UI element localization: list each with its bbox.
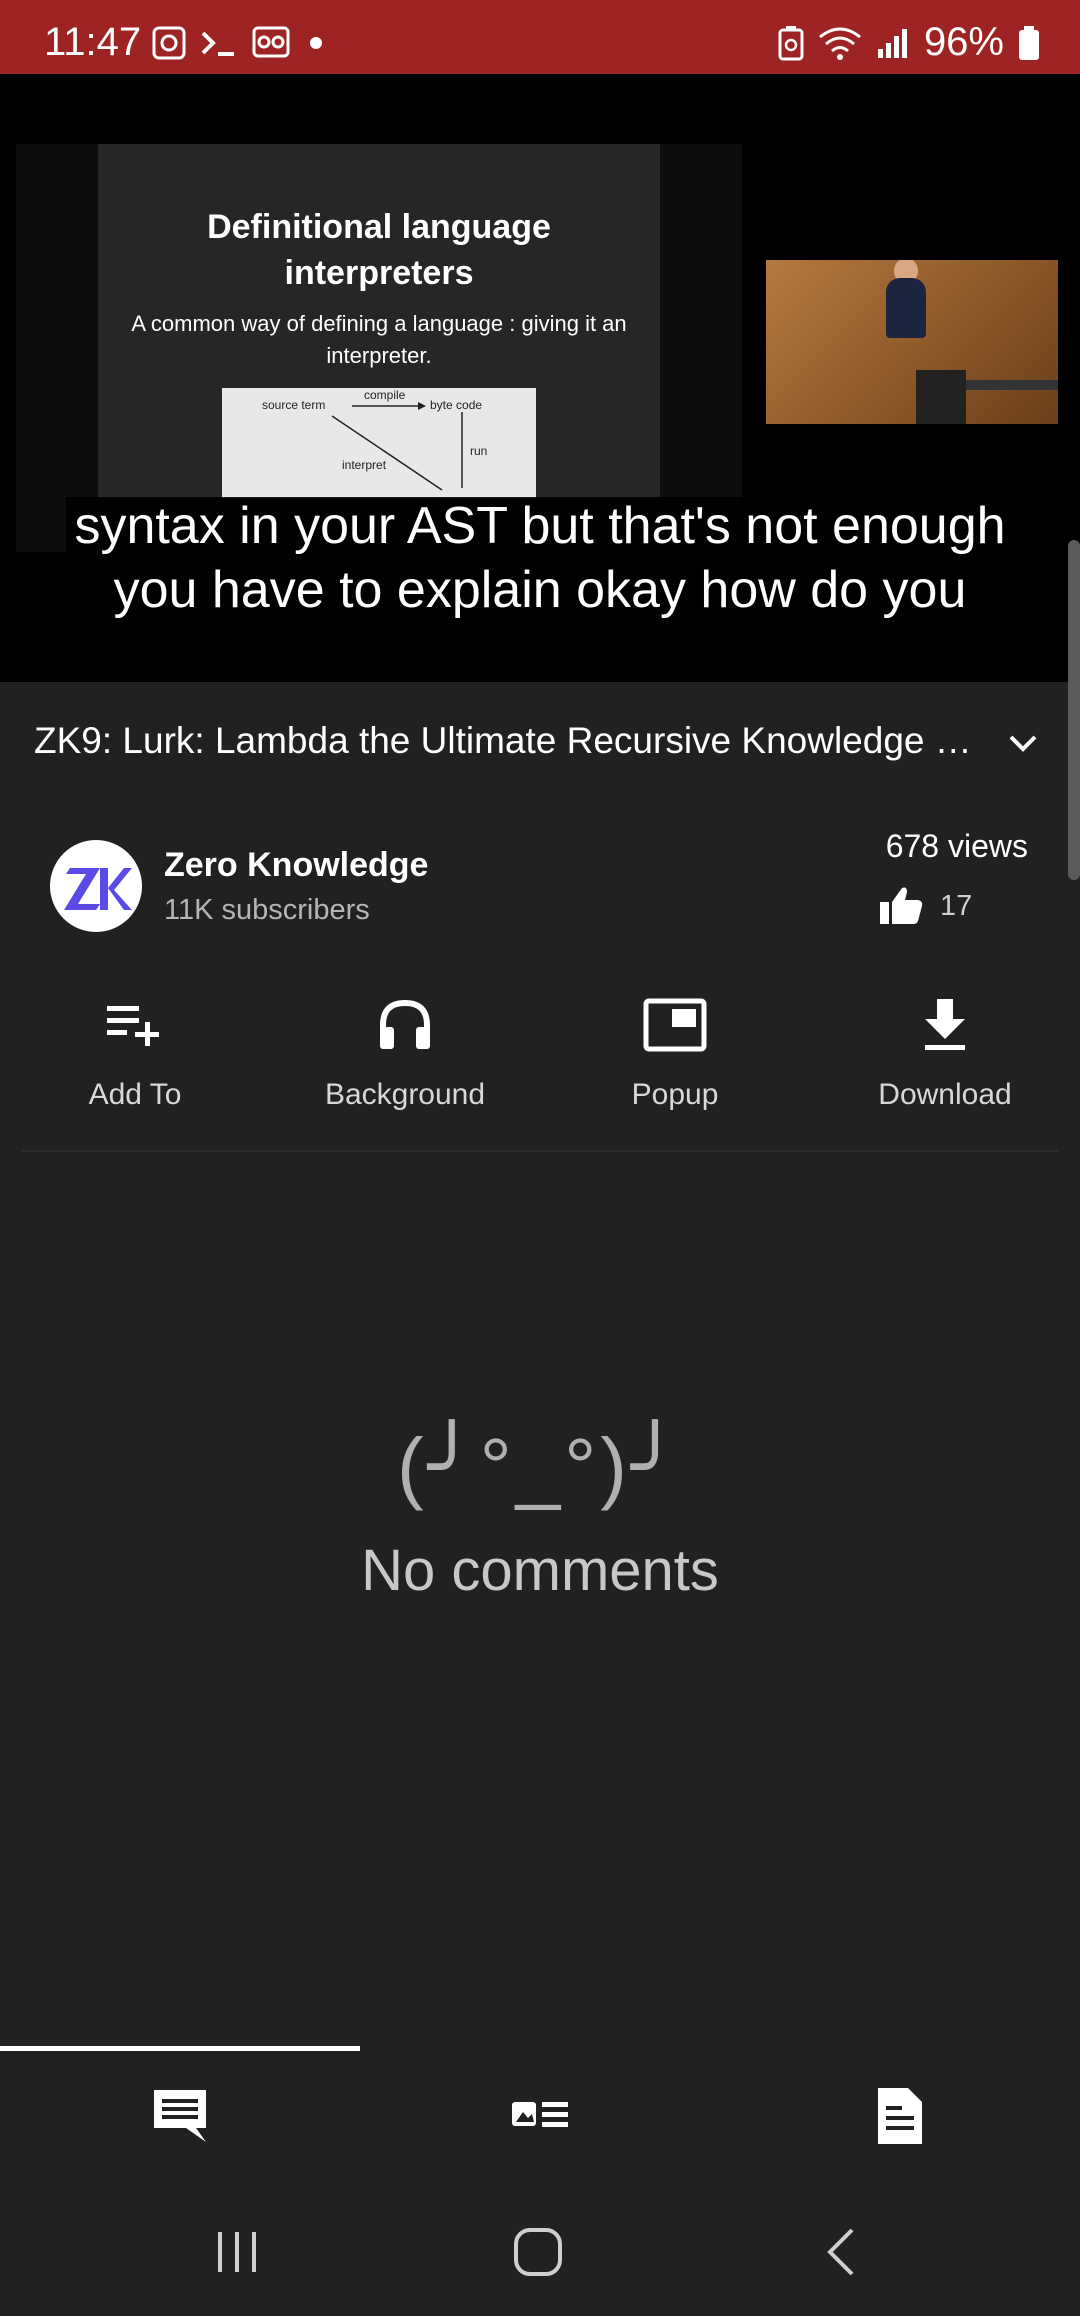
battery-icon [1019, 25, 1039, 60]
dot-icon [310, 37, 322, 49]
headphones-icon [380, 999, 430, 1049]
status-time: 11:47 [44, 20, 142, 64]
comment-icon [154, 2090, 206, 2142]
diagram-run: run [470, 444, 488, 458]
terminal-icon [201, 31, 234, 56]
presentation-slide: Definitional language interpreters A com… [98, 144, 660, 498]
section-divider [22, 1150, 1058, 1152]
tab-description[interactable] [720, 2086, 1080, 2146]
slide-diagram: source term compile byte code run interp… [222, 388, 536, 498]
bottom-tab-bar [0, 2046, 1080, 2186]
gallery-icon [152, 26, 186, 60]
channel-avatar[interactable] [50, 840, 142, 932]
speaker-camera-inset [766, 260, 1058, 424]
thumbs-up-icon [880, 887, 923, 924]
status-bar: 11:47 96% [0, 0, 1080, 74]
chevron-down-icon[interactable] [1006, 726, 1040, 760]
diagram-compile: compile [364, 388, 406, 402]
battery-percent: 96% [923, 20, 1004, 64]
action-row: Add To Background Popup Download [0, 990, 1080, 1150]
video-title-bar[interactable]: ZK9: Lurk: Lambda the Ultimate Recursive… [0, 682, 1080, 804]
slide-subtitle: A common way of defining a language : gi… [131, 311, 627, 368]
signal-icon [877, 28, 907, 58]
download-button[interactable]: Download [810, 990, 1080, 1150]
diagram-source-term: source term [262, 398, 326, 412]
voicemail-icon [252, 26, 290, 58]
download-label: Download [878, 1078, 1012, 1111]
channel-subscribers: 11K subscribers [164, 894, 370, 926]
background-label: Background [324, 1078, 486, 1111]
tab-comments[interactable] [0, 2086, 360, 2146]
diagram-interpret: interpret [342, 458, 387, 472]
battery-saver-icon [778, 25, 804, 60]
caption-line-2: you have to explain okay how do you [105, 561, 975, 619]
wifi-icon [819, 27, 861, 60]
diagram-byte-code: byte code [430, 398, 483, 412]
popup-icon [643, 998, 707, 1052]
empty-comments-state: (╯°_°)╯ No comments [0, 1420, 1080, 1604]
kaomoji: (╯°_°)╯ [396, 1422, 684, 1511]
related-videos-icon [512, 2102, 568, 2127]
add-to-label: Add To [88, 1078, 182, 1111]
like-count-group: 17 [878, 886, 972, 926]
tab-indicator [0, 2046, 360, 2051]
home-icon[interactable] [512, 2226, 566, 2280]
channel-name[interactable]: Zero Knowledge [164, 846, 428, 885]
slide-title: Definitional language interpreters [207, 208, 551, 292]
tab-related[interactable] [360, 2086, 720, 2146]
channel-row: Zero Knowledge 11K subscribers 678 views… [0, 810, 1080, 960]
background-button[interactable]: Background [270, 990, 540, 1150]
video-title[interactable]: ZK9: Lurk: Lambda the Ultimate Recursive… [34, 720, 984, 762]
view-count: 678 views [885, 828, 1028, 864]
system-nav-bar [0, 2186, 1080, 2316]
add-to-button[interactable]: Add To [0, 990, 270, 1150]
playlist-add-icon [107, 1006, 159, 1046]
video-captions: syntax in your AST but that's not enough… [0, 494, 1080, 622]
no-comments-text: No comments [361, 1538, 719, 1603]
video-player[interactable]: Definitional language interpreters A com… [0, 74, 1080, 682]
download-icon [925, 999, 965, 1050]
video-frame: Definitional language interpreters A com… [16, 144, 742, 552]
zk-logo-icon [64, 868, 132, 910]
back-icon[interactable] [822, 2226, 862, 2278]
popup-label: Popup [631, 1078, 719, 1111]
popup-button[interactable]: Popup [540, 990, 810, 1150]
caption-line-1: syntax in your AST but that's not enough [66, 497, 1014, 555]
recents-icon[interactable] [212, 2226, 262, 2276]
like-count: 17 [940, 889, 973, 922]
description-icon [878, 2088, 922, 2144]
